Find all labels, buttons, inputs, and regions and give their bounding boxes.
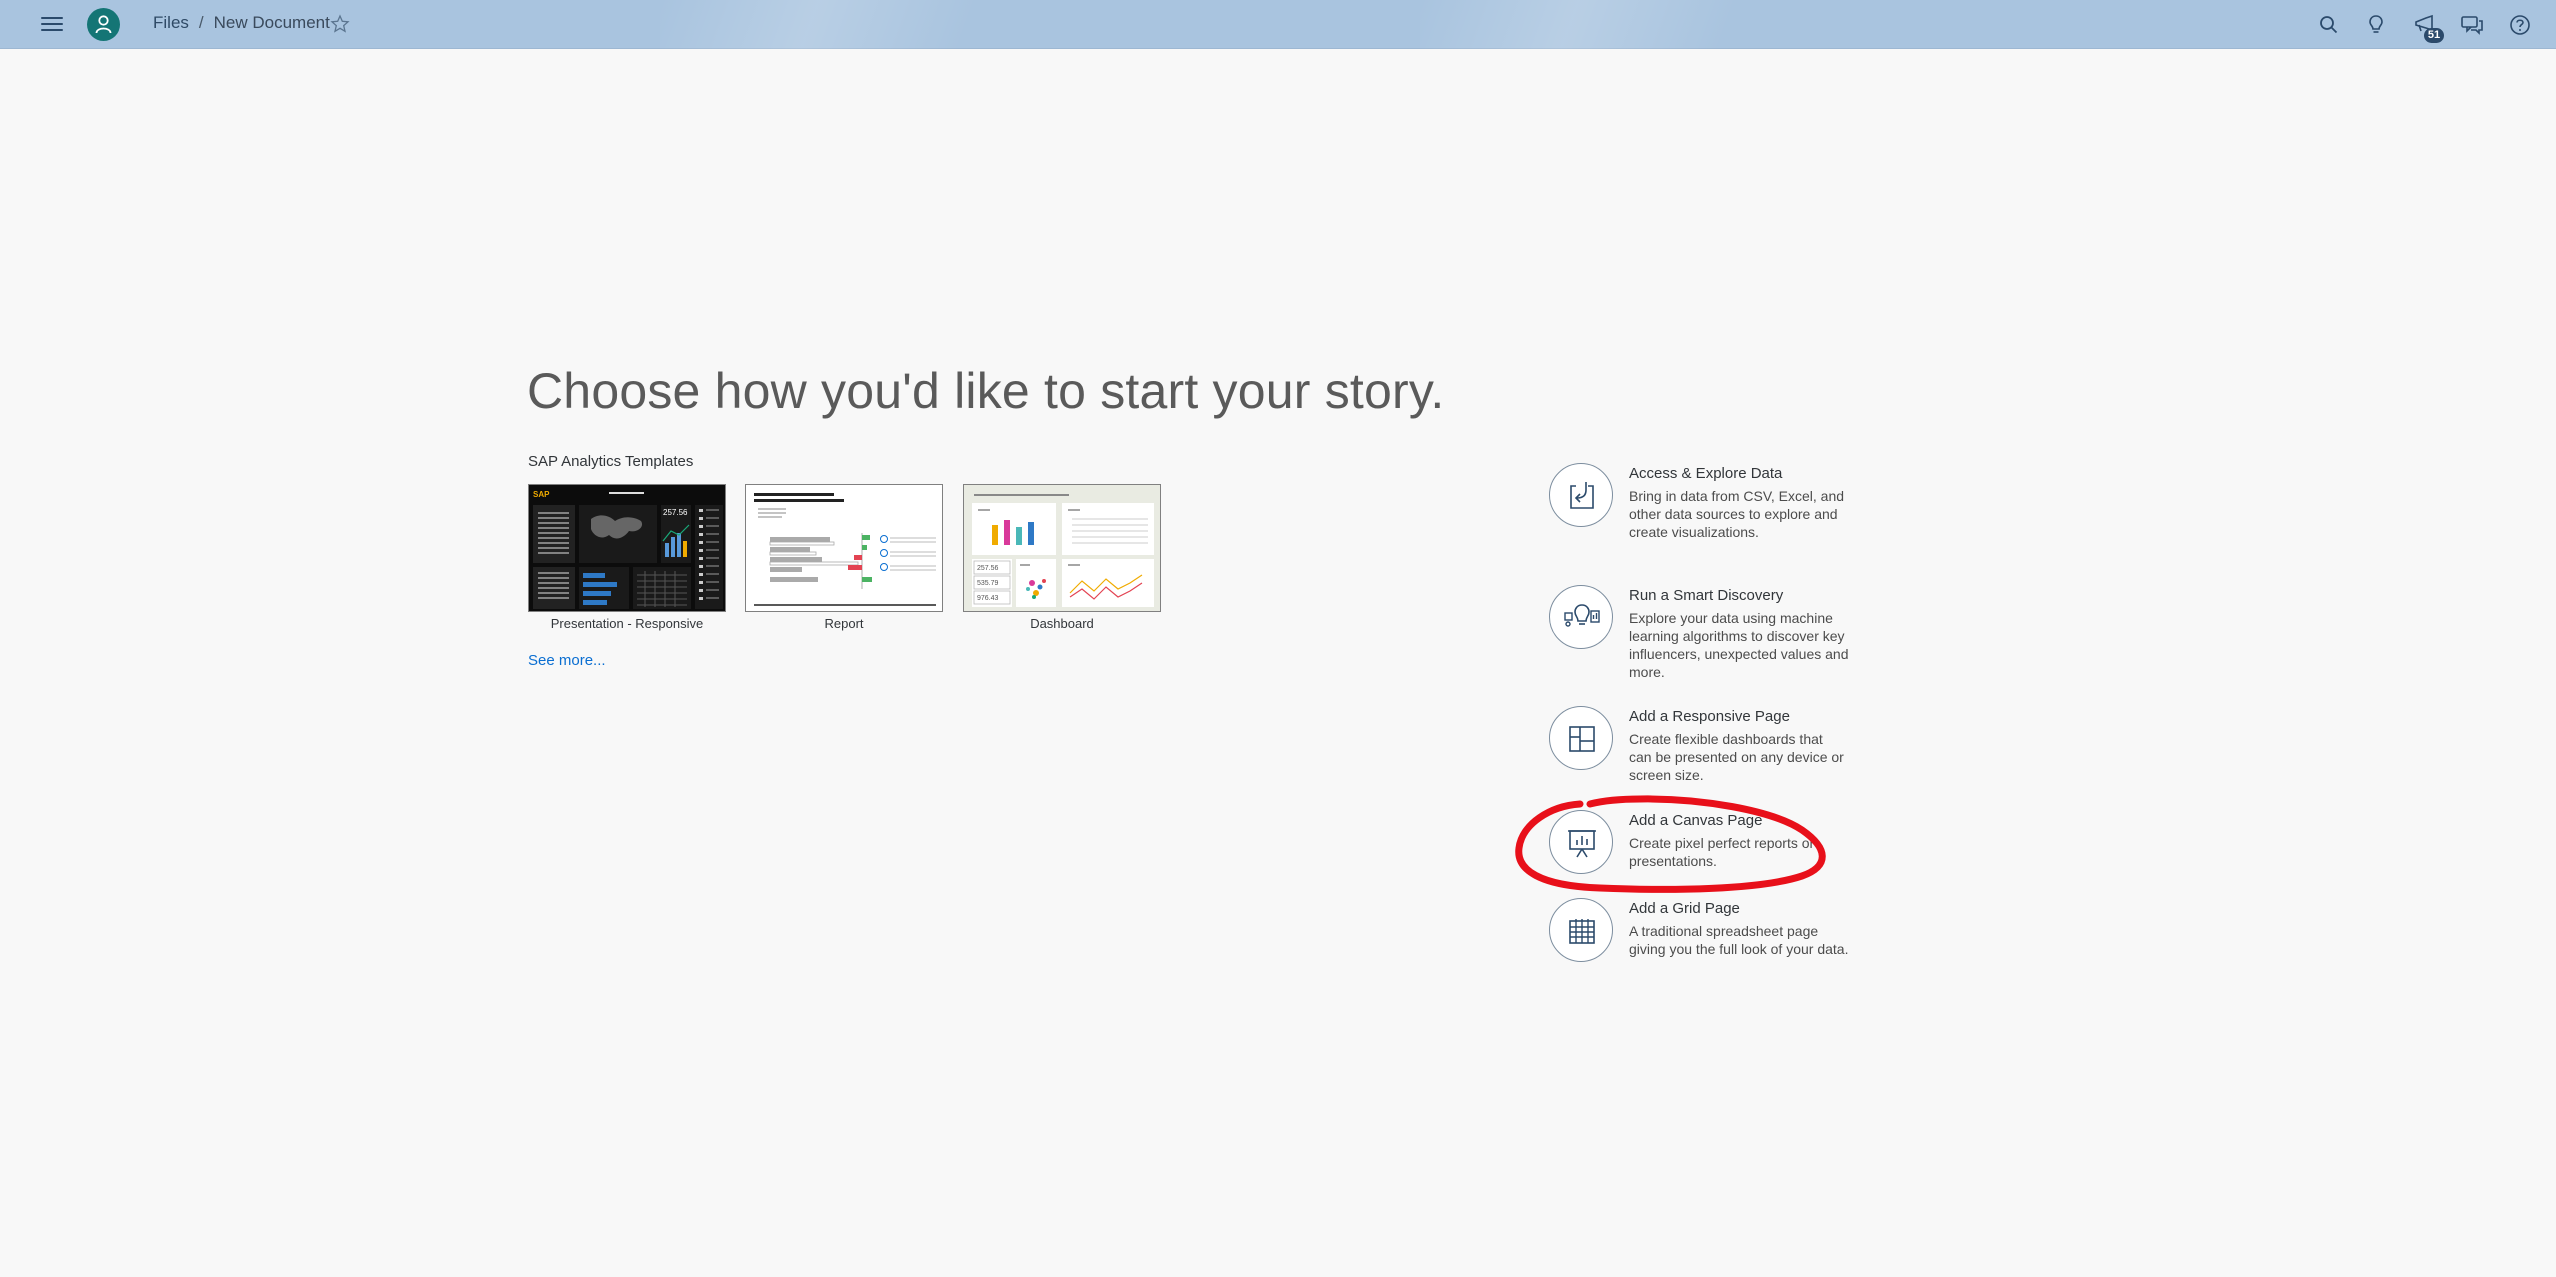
shellbar-decoration [1420, 0, 1800, 49]
option-description: Create pixel perfect reports or presenta… [1629, 835, 1815, 869]
help-icon[interactable] [2507, 12, 2533, 38]
option-description: Create flexible dashboards that can be p… [1629, 731, 1844, 783]
breadcrumb-files[interactable]: Files [153, 13, 189, 33]
option-title: Run a Smart Discovery [1629, 587, 1784, 604]
option-title: Add a Canvas Page [1629, 812, 1763, 829]
notification-badge: 51 [2424, 28, 2444, 43]
user-icon [95, 15, 112, 34]
shell-bar: Files / New Document 51 [0, 0, 2556, 49]
favorite-star-icon[interactable] [330, 14, 350, 34]
template-thumbnail: 257.56 535.79 976.43 [963, 484, 1161, 612]
template-presentation-responsive[interactable]: SAP 257.56 Presentation - Responsive [528, 484, 726, 631]
option-icon-circle [1549, 585, 1613, 649]
template-label: Dashboard [1030, 616, 1094, 631]
avatar[interactable] [87, 8, 120, 41]
thumb-value: 976.43 [977, 595, 999, 602]
template-label: Report [824, 616, 864, 631]
import-data-icon [1570, 482, 1594, 509]
option-description: Explore your data using machine learning… [1629, 610, 1849, 680]
breadcrumb: Files / New Document [153, 13, 330, 33]
responsive-page-icon [1569, 726, 1595, 752]
option-description: A traditional spreadsheet page giving yo… [1629, 923, 1849, 957]
option-icon-circle [1549, 810, 1613, 874]
thumb-value: 257.56 [977, 565, 999, 572]
sap-logo-text: SAP [533, 490, 550, 499]
thumb-value: 257.56 [663, 508, 688, 517]
shellbar-decoration [660, 0, 1040, 49]
grid-page-icon [1569, 919, 1595, 944]
option-icon-circle [1549, 463, 1613, 527]
page-title: Choose how you'd like to start your stor… [527, 363, 1445, 419]
option-title: Add a Responsive Page [1629, 708, 1790, 725]
option-title: Access & Explore Data [1629, 465, 1783, 482]
breadcrumb-current: New Document [213, 13, 330, 32]
canvas-page-icon [1568, 830, 1596, 858]
smart-discovery-icon [1564, 604, 1600, 627]
see-more-link[interactable]: See more... [528, 652, 606, 669]
search-icon[interactable] [2316, 12, 2342, 38]
option-icon-circle [1549, 706, 1613, 770]
breadcrumb-separator: / [198, 13, 204, 32]
template-dashboard[interactable]: 257.56 535.79 976.43 Dashboard [963, 484, 1161, 631]
template-thumbnail [745, 484, 943, 612]
report-thumbnail-graphic [754, 493, 936, 606]
presentation-thumbnail-graphic: SAP 257.56 [533, 490, 723, 609]
feedback-icon[interactable] [2459, 12, 2485, 38]
menu-icon[interactable] [39, 13, 65, 35]
lightbulb-icon[interactable] [2363, 12, 2389, 38]
dashboard-thumbnail-graphic: 257.56 535.79 976.43 [972, 494, 1154, 607]
template-label: Presentation - Responsive [550, 616, 704, 631]
thumb-value: 535.79 [977, 580, 999, 587]
template-report[interactable]: Report [745, 484, 943, 631]
option-title: Add a Grid Page [1629, 900, 1740, 917]
option-description: Bring in data from CSV, Excel, and other… [1629, 488, 1845, 540]
option-icon-circle [1549, 898, 1613, 962]
template-thumbnail: SAP 257.56 [528, 484, 726, 612]
templates-title: SAP Analytics Templates [528, 453, 694, 470]
